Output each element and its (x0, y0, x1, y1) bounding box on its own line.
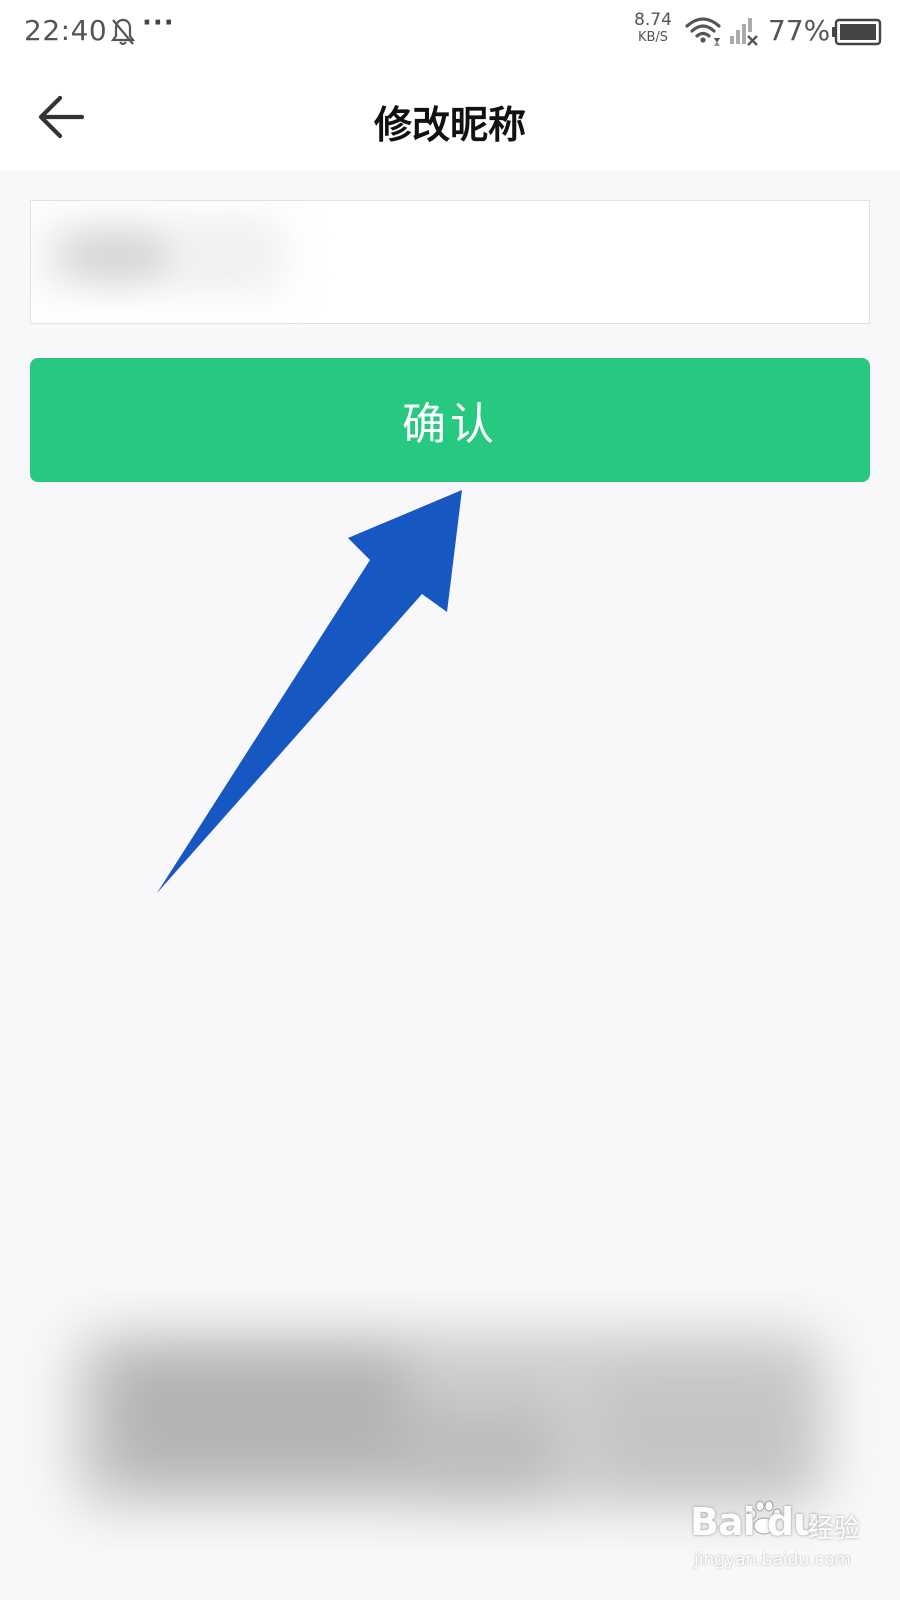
watermark-url: jingyan.baidu.com (694, 1550, 851, 1570)
status-bar: 22:40 ··· 8.74 KB/S 77% (0, 0, 900, 66)
page-title: 修改昵称 (373, 103, 526, 147)
confirm-button-label: 确认 (402, 399, 498, 450)
network-speed-value: 8.74 (634, 10, 672, 30)
cellular-signal-icon (730, 18, 758, 46)
battery-percent: 77% (768, 14, 831, 47)
screen: 22:40 ··· 8.74 KB/S 77% 修改昵称 确认 Bai du 经… (0, 0, 900, 1600)
battery-icon (832, 18, 882, 46)
watermark: Bai du 经验 jingyan.baidu.com (690, 1500, 890, 1580)
network-speed: 8.74 KB/S (630, 12, 676, 46)
nickname-input[interactable] (31, 201, 869, 323)
confirm-button[interactable]: 确认 (30, 358, 870, 482)
more-notifications-icon: ··· (142, 8, 175, 38)
status-time: 22:40 (24, 14, 108, 47)
watermark-sub: 经验 (808, 1514, 861, 1544)
bell-muted-icon (110, 18, 136, 45)
watermark-brand: Bai du (690, 1500, 820, 1544)
network-speed-unit: KB/S (637, 30, 669, 45)
title-bar: 修改昵称 (0, 66, 900, 170)
nickname-field[interactable] (30, 200, 870, 324)
wifi-icon (685, 17, 721, 46)
